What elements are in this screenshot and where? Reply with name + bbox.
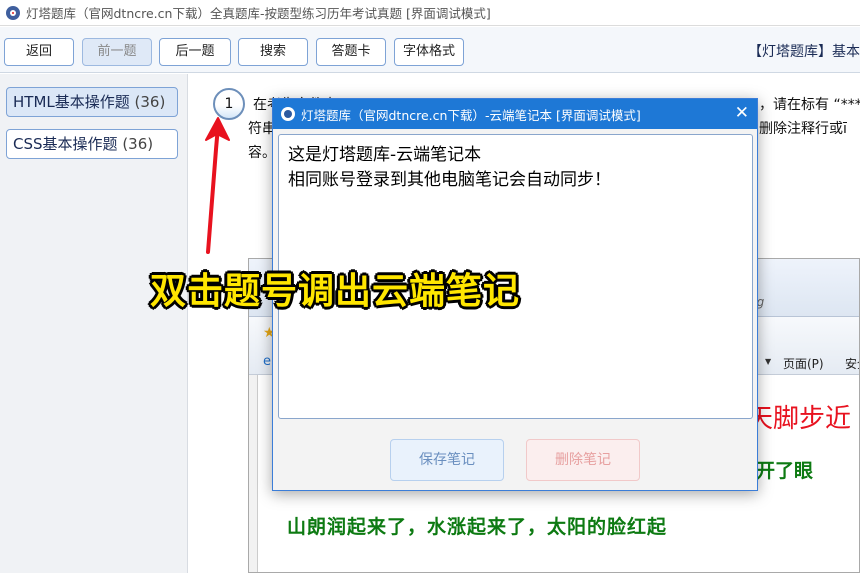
save-note-button[interactable]: 保存笔记 — [390, 439, 504, 481]
sidebar-item-html[interactable]: HTML基本操作题 (36) — [6, 87, 178, 117]
chevron-down-icon: ▼ — [765, 357, 772, 366]
sidebar-item-label: HTML基本操作题 — [13, 93, 130, 111]
sidebar: HTML基本操作题 (36) CSS基本操作题 (36) — [0, 74, 188, 573]
toolbar: 返回 前一题 后一题 搜索 答题卡 字体格式 【灯塔题库】基本 — [0, 27, 860, 73]
sidebar-item-label: CSS基本操作题 — [13, 135, 118, 153]
page-menu: 页面(P) — [783, 357, 824, 371]
sidebar-item-css[interactable]: CSS基本操作题 (36) — [6, 129, 178, 159]
page-green-text-2: 山朗润起来了，水涨起来了，太阳的脸红起 — [287, 516, 668, 538]
browser-page-icon: e — [263, 354, 271, 369]
prev-question-button[interactable]: 前一题 — [82, 38, 152, 66]
app-logo-icon — [6, 5, 20, 20]
safety-menu: 安全 — [845, 357, 859, 371]
dialog-title: 灯塔题库（官网dtncre.cn下载）-云端笔记本 [界面调试模式] — [301, 107, 641, 123]
question-text-line2-end: 删除注释行或ī — [759, 121, 847, 137]
note-line-2: 相同账号登录到其他电脑笔记会自动同步！ — [288, 170, 611, 190]
note-line-1: 这是灯塔题库-云端笔记本 — [288, 145, 482, 165]
search-button[interactable]: 搜索 — [238, 38, 308, 66]
annotation-caption: 双击题号调出云端笔记 — [150, 271, 521, 312]
window-titlebar: 灯塔题库（官网dtncre.cn下载）全真题库-按题型练习历年考试真题 [界面调… — [0, 0, 860, 26]
dialog-titlebar: 灯塔题库（官网dtncre.cn下载）-云端笔记本 [界面调试模式] ✕ — [273, 99, 757, 129]
font-format-button[interactable]: 字体格式 — [394, 38, 464, 66]
sidebar-item-count: (36) — [134, 93, 166, 111]
close-icon[interactable]: ✕ — [735, 103, 749, 123]
question-bank-title: 【灯塔题库】基本 — [748, 44, 860, 60]
page-red-heading: 天脚步近 — [747, 404, 852, 434]
question-text-line1-end: ，请在标有 “********* — [759, 97, 860, 113]
next-question-button[interactable]: 后一题 — [159, 38, 231, 66]
dialog-logo-icon — [281, 107, 295, 121]
red-arrow-annotation — [205, 117, 230, 254]
back-button[interactable]: 返回 — [4, 38, 74, 66]
window-title: 灯塔题库（官网dtncre.cn下载）全真题库-按题型练习历年考试真题 [界面调… — [26, 6, 491, 21]
delete-note-button[interactable]: 删除笔记 — [526, 439, 640, 481]
sidebar-item-count: (36) — [122, 135, 154, 153]
answer-card-button[interactable]: 答题卡 — [316, 38, 386, 66]
